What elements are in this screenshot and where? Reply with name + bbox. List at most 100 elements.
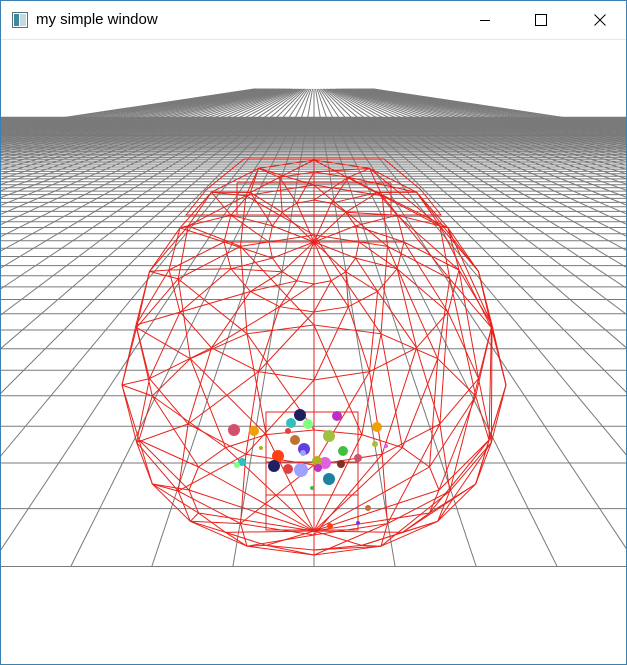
mesh-edge bbox=[429, 439, 490, 514]
particle bbox=[283, 464, 293, 474]
mesh-edge bbox=[223, 241, 273, 259]
mesh-edge bbox=[447, 311, 479, 379]
mesh-edge bbox=[330, 280, 349, 307]
mesh-edge bbox=[380, 333, 403, 448]
particle bbox=[294, 409, 306, 421]
particle bbox=[314, 464, 322, 472]
app-window: my simple window bbox=[0, 0, 627, 665]
grid-line bbox=[1, 88, 269, 142]
mesh-edge bbox=[121, 384, 140, 441]
mesh-edge bbox=[258, 306, 281, 372]
grid-line bbox=[1, 88, 284, 170]
close-icon bbox=[594, 14, 606, 26]
mesh-edge bbox=[177, 453, 247, 492]
particle bbox=[356, 521, 360, 525]
particle bbox=[300, 450, 306, 456]
mesh-edge bbox=[168, 268, 231, 271]
grid-line bbox=[355, 88, 626, 148]
mesh-edge bbox=[121, 378, 150, 386]
mesh-edge bbox=[189, 512, 199, 522]
mesh-edge bbox=[347, 306, 370, 372]
mesh-edge bbox=[447, 227, 493, 326]
particle bbox=[332, 411, 342, 421]
grid-line bbox=[367, 88, 626, 133]
grid-line bbox=[319, 88, 626, 549]
particle bbox=[338, 446, 348, 456]
particle bbox=[323, 473, 335, 485]
grid-line bbox=[1, 88, 257, 129]
mesh-edge bbox=[279, 280, 298, 307]
mesh-edge bbox=[475, 327, 492, 397]
grid-line bbox=[371, 88, 626, 129]
particle bbox=[259, 446, 263, 450]
particle bbox=[268, 460, 280, 472]
mesh-edge bbox=[177, 278, 191, 359]
mesh-edge bbox=[149, 347, 212, 380]
grid-line bbox=[1, 88, 264, 136]
particle bbox=[337, 460, 345, 468]
particle bbox=[372, 422, 382, 432]
mesh-edge bbox=[396, 268, 417, 348]
mesh-edge bbox=[475, 384, 507, 485]
grid-line bbox=[1, 88, 263, 135]
maximize-icon bbox=[535, 14, 547, 26]
mesh-edge bbox=[187, 347, 212, 425]
mesh-edge bbox=[438, 395, 477, 491]
particle bbox=[372, 441, 378, 447]
grid-line bbox=[1, 88, 261, 133]
grid-line bbox=[1, 88, 276, 153]
grid-line bbox=[346, 88, 626, 166]
mesh-edge bbox=[313, 434, 363, 532]
wireframe-mesh bbox=[121, 158, 507, 556]
mesh-edge bbox=[437, 442, 492, 522]
app-icon bbox=[12, 12, 28, 28]
mesh-edge bbox=[403, 241, 449, 313]
particle bbox=[286, 418, 296, 428]
mesh-edge bbox=[149, 311, 181, 379]
grid-line bbox=[1, 88, 255, 128]
mesh-edge bbox=[121, 324, 137, 386]
mesh-edge bbox=[240, 246, 248, 334]
mesh-edge bbox=[361, 520, 438, 546]
mesh-edge bbox=[313, 280, 332, 313]
particle bbox=[290, 435, 300, 445]
particle bbox=[354, 454, 362, 462]
particle bbox=[310, 486, 314, 490]
mesh-edge bbox=[313, 306, 349, 381]
particle bbox=[228, 424, 240, 436]
grid-line bbox=[361, 88, 626, 140]
mesh-edge bbox=[491, 324, 507, 386]
particle bbox=[303, 419, 313, 429]
particle bbox=[365, 505, 371, 511]
particle bbox=[285, 428, 291, 434]
mesh-edge bbox=[380, 523, 388, 547]
grid-line bbox=[365, 88, 626, 135]
maximize-button[interactable] bbox=[518, 1, 564, 39]
mesh-edge bbox=[149, 269, 170, 272]
particle bbox=[384, 444, 388, 448]
render-viewport[interactable] bbox=[1, 40, 626, 664]
grid-line bbox=[347, 88, 626, 162]
mesh-edge bbox=[230, 214, 270, 243]
minimize-icon bbox=[480, 20, 490, 21]
grid-line bbox=[1, 88, 267, 140]
minimize-button[interactable] bbox=[462, 1, 508, 39]
mesh-edge bbox=[230, 268, 283, 273]
grid-line bbox=[373, 88, 626, 128]
mesh-edge bbox=[266, 544, 315, 556]
mesh-edge bbox=[279, 283, 315, 308]
window-title: my simple window bbox=[36, 11, 158, 28]
close-button[interactable] bbox=[574, 1, 626, 39]
scene-canvas bbox=[1, 88, 626, 567]
title-bar[interactable]: my simple window bbox=[1, 1, 626, 40]
mesh-edge bbox=[381, 347, 417, 455]
particle bbox=[234, 462, 240, 468]
grid-line bbox=[364, 88, 626, 136]
mesh-edge bbox=[136, 327, 153, 397]
particle bbox=[294, 463, 308, 477]
particle bbox=[323, 430, 335, 442]
mesh-edge bbox=[313, 530, 362, 546]
mesh-edge bbox=[416, 347, 441, 425]
mesh-edge bbox=[266, 530, 315, 546]
particle bbox=[327, 523, 333, 529]
